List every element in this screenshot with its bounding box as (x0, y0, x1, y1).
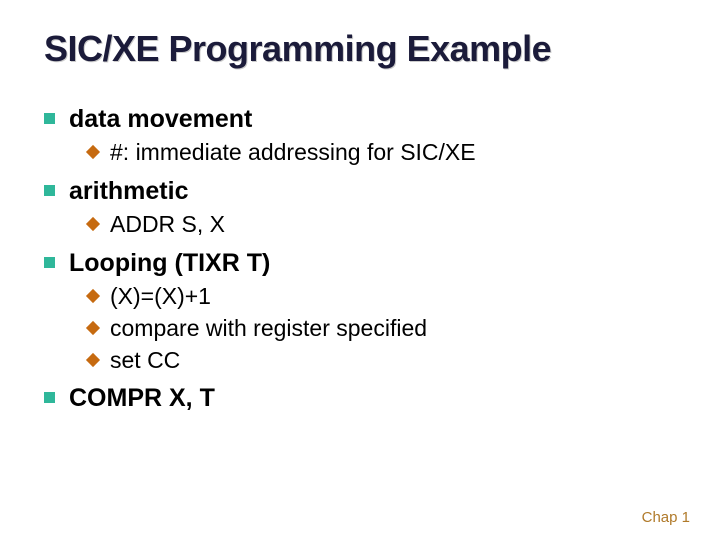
diamond-bullet-icon (86, 289, 100, 303)
sublist-text: (X)=(X)+1 (110, 282, 211, 312)
list-item: arithmetic ADDR S, X (44, 176, 676, 240)
sublist-item: #: immediate addressing for SIC/XE (88, 138, 676, 168)
list-item: Looping (TIXR T) (X)=(X)+1 compare with … (44, 248, 676, 376)
diamond-bullet-icon (86, 145, 100, 159)
square-bullet-icon (44, 257, 55, 268)
sublist: ADDR S, X (88, 210, 676, 240)
sublist: (X)=(X)+1 compare with register specifie… (88, 282, 676, 376)
sublist-text: compare with register specified (110, 314, 427, 344)
square-bullet-icon (44, 113, 55, 124)
sublist-item: set CC (88, 346, 676, 376)
sublist-item: ADDR S, X (88, 210, 676, 240)
list-row: COMPR X, T (44, 383, 676, 413)
sublist: #: immediate addressing for SIC/XE (88, 138, 676, 168)
list-item: COMPR X, T (44, 383, 676, 413)
slide-title: SIC/XE Programming Example (44, 28, 676, 70)
square-bullet-icon (44, 185, 55, 196)
diamond-bullet-icon (86, 352, 100, 366)
sublist-text: ADDR S, X (110, 210, 225, 240)
list-label: arithmetic (69, 176, 188, 206)
diamond-bullet-icon (86, 321, 100, 335)
list-row: data movement (44, 104, 676, 134)
sublist-item: compare with register specified (88, 314, 676, 344)
list-label: Looping (TIXR T) (69, 248, 270, 278)
footer-label: Chap 1 (642, 509, 690, 526)
list-label: COMPR X, T (69, 383, 215, 413)
sublist-text: set CC (110, 346, 180, 376)
square-bullet-icon (44, 392, 55, 403)
sublist-item: (X)=(X)+1 (88, 282, 676, 312)
list-row: Looping (TIXR T) (44, 248, 676, 278)
list-item: data movement #: immediate addressing fo… (44, 104, 676, 168)
slide: SIC/XE Programming Example data movement… (0, 0, 720, 540)
list-label: data movement (69, 104, 252, 134)
bullet-list: data movement #: immediate addressing fo… (44, 104, 676, 413)
diamond-bullet-icon (86, 217, 100, 231)
list-row: arithmetic (44, 176, 676, 206)
sublist-text: #: immediate addressing for SIC/XE (110, 138, 476, 168)
